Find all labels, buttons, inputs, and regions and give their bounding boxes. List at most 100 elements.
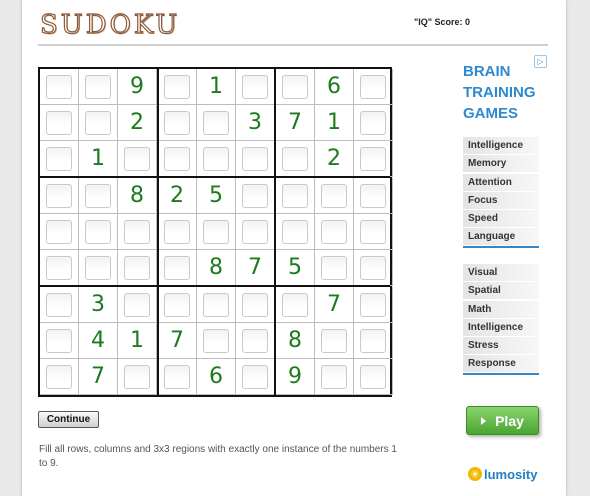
cell-input[interactable]: [46, 292, 72, 317]
cell-input[interactable]: [321, 364, 347, 389]
empty-cell[interactable]: [79, 69, 118, 105]
empty-cell[interactable]: [315, 359, 354, 395]
empty-cell[interactable]: [354, 250, 393, 286]
empty-cell[interactable]: [236, 69, 275, 105]
ad-skill-item[interactable]: Memory: [463, 155, 539, 173]
empty-cell[interactable]: [276, 178, 315, 214]
cell-input[interactable]: [242, 146, 268, 171]
ad-skill-item[interactable]: Response: [463, 355, 539, 373]
empty-cell[interactable]: [315, 178, 354, 214]
empty-cell[interactable]: [354, 359, 393, 395]
ad-title[interactable]: BRAIN TRAINING GAMES: [463, 61, 553, 124]
empty-cell[interactable]: [118, 359, 157, 395]
empty-cell[interactable]: [79, 105, 118, 141]
cell-input[interactable]: [124, 364, 150, 389]
cell-input[interactable]: [242, 74, 268, 99]
ad-skill-item[interactable]: Language: [463, 228, 539, 246]
empty-cell[interactable]: [276, 141, 315, 177]
empty-cell[interactable]: [40, 214, 79, 250]
empty-cell[interactable]: [79, 178, 118, 214]
ad-skill-item[interactable]: Stress: [463, 337, 539, 355]
cell-input[interactable]: [85, 183, 111, 208]
cell-input[interactable]: [242, 292, 268, 317]
cell-input[interactable]: [46, 219, 72, 244]
empty-cell[interactable]: [40, 105, 79, 141]
empty-cell[interactable]: [40, 287, 79, 323]
cell-input[interactable]: [360, 219, 386, 244]
cell-input[interactable]: [360, 292, 386, 317]
empty-cell[interactable]: [197, 141, 236, 177]
cell-input[interactable]: [85, 219, 111, 244]
empty-cell[interactable]: [236, 323, 275, 359]
cell-input[interactable]: [203, 110, 229, 135]
empty-cell[interactable]: [354, 178, 393, 214]
empty-cell[interactable]: [354, 287, 393, 323]
empty-cell[interactable]: [40, 141, 79, 177]
empty-cell[interactable]: [40, 178, 79, 214]
empty-cell[interactable]: [236, 359, 275, 395]
ad-skill-item[interactable]: Visual: [463, 264, 539, 281]
empty-cell[interactable]: [315, 214, 354, 250]
empty-cell[interactable]: [118, 287, 157, 323]
empty-cell[interactable]: [118, 214, 157, 250]
ad-skill-item[interactable]: Focus: [463, 191, 539, 209]
continue-button[interactable]: Continue: [38, 411, 99, 428]
cell-input[interactable]: [164, 219, 190, 244]
cell-input[interactable]: [164, 74, 190, 99]
empty-cell[interactable]: [40, 250, 79, 286]
empty-cell[interactable]: [236, 178, 275, 214]
cell-input[interactable]: [124, 292, 150, 317]
empty-cell[interactable]: [79, 250, 118, 286]
empty-cell[interactable]: [236, 287, 275, 323]
cell-input[interactable]: [46, 255, 72, 280]
empty-cell[interactable]: [354, 141, 393, 177]
ad-skill-item[interactable]: Attention: [463, 173, 539, 191]
cell-input[interactable]: [203, 328, 229, 353]
empty-cell[interactable]: [197, 105, 236, 141]
empty-cell[interactable]: [197, 323, 236, 359]
cell-input[interactable]: [242, 364, 268, 389]
ad-skill-item[interactable]: Math: [463, 300, 539, 318]
cell-input[interactable]: [46, 110, 72, 135]
cell-input[interactable]: [46, 328, 72, 353]
cell-input[interactable]: [321, 328, 347, 353]
empty-cell[interactable]: [197, 287, 236, 323]
cell-input[interactable]: [85, 110, 111, 135]
cell-input[interactable]: [46, 74, 72, 99]
cell-input[interactable]: [282, 183, 308, 208]
empty-cell[interactable]: [197, 214, 236, 250]
empty-cell[interactable]: [158, 250, 197, 286]
empty-cell[interactable]: [276, 287, 315, 323]
cell-input[interactable]: [203, 219, 229, 244]
empty-cell[interactable]: [158, 69, 197, 105]
cell-input[interactable]: [124, 255, 150, 280]
cell-input[interactable]: [124, 219, 150, 244]
empty-cell[interactable]: [315, 250, 354, 286]
cell-input[interactable]: [321, 255, 347, 280]
cell-input[interactable]: [360, 255, 386, 280]
empty-cell[interactable]: [354, 323, 393, 359]
cell-input[interactable]: [360, 110, 386, 135]
cell-input[interactable]: [203, 146, 229, 171]
empty-cell[interactable]: [158, 141, 197, 177]
cell-input[interactable]: [46, 183, 72, 208]
empty-cell[interactable]: [315, 323, 354, 359]
cell-input[interactable]: [242, 183, 268, 208]
cell-input[interactable]: [46, 364, 72, 389]
cell-input[interactable]: [164, 146, 190, 171]
cell-input[interactable]: [85, 255, 111, 280]
ad-skill-item[interactable]: Intelligence: [463, 318, 539, 336]
cell-input[interactable]: [360, 183, 386, 208]
cell-input[interactable]: [46, 146, 72, 171]
empty-cell[interactable]: [40, 323, 79, 359]
cell-input[interactable]: [203, 292, 229, 317]
cell-input[interactable]: [85, 74, 111, 99]
cell-input[interactable]: [360, 364, 386, 389]
cell-input[interactable]: [360, 146, 386, 171]
cell-input[interactable]: [321, 183, 347, 208]
cell-input[interactable]: [164, 364, 190, 389]
cell-input[interactable]: [282, 146, 308, 171]
empty-cell[interactable]: [354, 105, 393, 141]
ad-skill-item[interactable]: Spatial: [463, 282, 539, 300]
cell-input[interactable]: [360, 74, 386, 99]
